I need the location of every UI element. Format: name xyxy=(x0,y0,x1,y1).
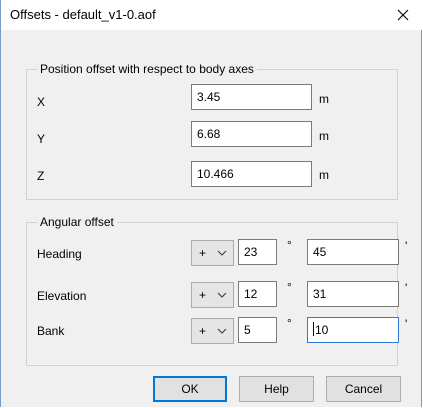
heading-minutes-input[interactable]: 45 xyxy=(307,239,399,265)
text-caret xyxy=(313,322,314,336)
heading-sign-value: + xyxy=(199,246,207,260)
heading-degree-symbol: ° xyxy=(287,238,292,252)
bank-minute-symbol: ' xyxy=(405,317,408,331)
y-input[interactable]: 6.68 xyxy=(191,121,312,147)
chevron-down-icon xyxy=(217,328,227,334)
x-label: X xyxy=(37,95,46,109)
elevation-minute-symbol: ' xyxy=(405,281,408,295)
offsets-dialog: Offsets - default_v1-0.aof Position offs… xyxy=(0,0,423,407)
help-button[interactable]: Help xyxy=(239,376,314,402)
title-bar: Offsets - default_v1-0.aof xyxy=(1,0,423,30)
y-label: Y xyxy=(37,132,46,146)
elevation-sign-select[interactable]: + xyxy=(191,282,234,308)
chevron-down-icon xyxy=(217,250,227,256)
bank-degree-symbol: ° xyxy=(287,316,292,330)
close-button[interactable] xyxy=(383,0,423,30)
z-unit: m xyxy=(319,168,329,182)
chevron-down-icon xyxy=(217,292,227,298)
bank-label: Bank xyxy=(37,324,65,338)
heading-label: Heading xyxy=(37,247,82,261)
heading-minute-symbol: ' xyxy=(405,239,408,253)
elevation-sign-value: + xyxy=(199,288,207,302)
heading-degrees-input[interactable]: 23 xyxy=(238,239,277,265)
z-input[interactable]: 10.466 xyxy=(191,161,312,187)
z-label: Z xyxy=(37,169,45,183)
x-input[interactable]: 3.45 xyxy=(191,84,312,110)
elevation-label: Elevation xyxy=(37,289,87,303)
bank-sign-value: + xyxy=(199,324,207,338)
elevation-minutes-input[interactable]: 31 xyxy=(307,281,399,307)
elevation-degree-symbol: ° xyxy=(287,280,292,294)
ok-button[interactable]: OK xyxy=(153,376,227,402)
position-offset-legend: Position offset with respect to body axe… xyxy=(37,62,257,76)
elevation-degrees-input[interactable]: 12 xyxy=(238,281,277,307)
bank-degrees-input[interactable]: 5 xyxy=(238,317,277,343)
y-unit: m xyxy=(319,129,329,143)
x-unit: m xyxy=(319,92,329,106)
close-icon xyxy=(397,9,409,21)
heading-sign-select[interactable]: + xyxy=(191,240,234,266)
bank-sign-select[interactable]: + xyxy=(191,318,234,344)
bank-minutes-input[interactable]: 10 xyxy=(307,317,399,343)
window-title: Offsets - default_v1-0.aof xyxy=(10,7,156,22)
cancel-button[interactable]: Cancel xyxy=(326,376,401,402)
angular-offset-legend: Angular offset xyxy=(37,215,117,229)
bank-minutes-value: 10 xyxy=(315,323,329,337)
